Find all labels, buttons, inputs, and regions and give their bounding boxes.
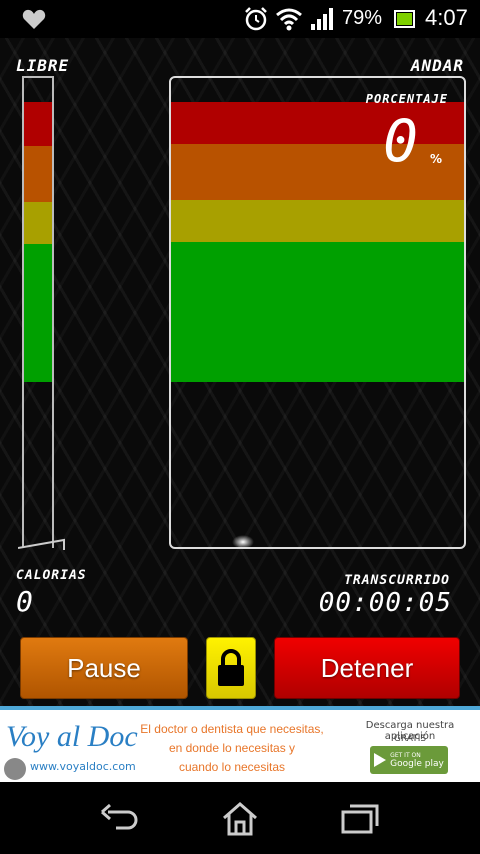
alarm-icon xyxy=(245,7,267,31)
libre-zone-bar xyxy=(22,76,54,548)
libre-bar-base xyxy=(18,538,65,550)
workout-screen: LIBRE ANDAR PORCENTAJE 0 % CALORIAS 0 TR… xyxy=(0,38,480,706)
home-icon[interactable] xyxy=(220,800,260,836)
play-store-icon xyxy=(374,753,387,767)
ad-tagline-line: en donde lo necesitas y xyxy=(168,741,296,755)
ad-url[interactable]: www.voyaldoc.com xyxy=(30,760,136,773)
wifi-icon xyxy=(276,8,302,31)
percentage-value: 0 xyxy=(383,107,418,175)
ad-logo[interactable]: Voy al Doc xyxy=(6,720,138,754)
info-icon[interactable] xyxy=(4,758,26,780)
pause-button[interactable]: Pause xyxy=(20,637,188,699)
heart-icon xyxy=(22,9,46,29)
ad-tagline: El doctor o dentista que necesitas, en d… xyxy=(132,720,332,777)
calorias-value: 0 xyxy=(16,585,33,618)
calorias-label: CALORIAS xyxy=(16,568,87,583)
percent-unit: % xyxy=(429,152,442,166)
ad-divider xyxy=(0,706,480,710)
transcurrido-value: 00:00:05 xyxy=(318,588,452,618)
google-play-name: Google play xyxy=(390,758,444,769)
zone-orange xyxy=(171,144,464,200)
zone-red xyxy=(171,102,464,144)
ad-tagline-line: El doctor o dentista que necesitas, xyxy=(140,722,324,736)
zone-yellow xyxy=(171,200,464,242)
battery-percent: 79% xyxy=(342,7,383,29)
recent-apps-icon[interactable] xyxy=(340,800,380,836)
zone-red xyxy=(24,102,52,146)
lock-button[interactable] xyxy=(206,637,256,699)
google-play-text: GET IT ON Google play xyxy=(390,752,444,769)
ad-tagline-line: cuando lo necesitas xyxy=(178,760,286,774)
lock-icon xyxy=(218,649,244,686)
zone-green xyxy=(171,242,464,382)
position-indicator xyxy=(232,535,254,549)
zone-yellow xyxy=(24,202,52,244)
andar-zone-panel: PORCENTAJE 0 % xyxy=(169,76,466,549)
ad-gratis-text: GRATIS xyxy=(393,734,427,744)
porcentaje-label: PORCENTAJE xyxy=(365,92,448,106)
zone-orange xyxy=(24,146,52,202)
ad-banner[interactable]: Voy al Doc www.voyaldoc.com El doctor o … xyxy=(0,706,480,782)
battery-icon xyxy=(394,10,415,28)
back-icon[interactable] xyxy=(100,800,140,836)
navigation-bar xyxy=(0,782,480,854)
status-bar: 79% 4:07 xyxy=(0,0,480,38)
google-play-small: GET IT ON xyxy=(390,751,421,759)
zone-green xyxy=(24,244,52,382)
libre-label: LIBRE xyxy=(16,56,70,75)
google-play-badge[interactable]: GET IT ON Google play xyxy=(370,746,448,774)
signal-icon xyxy=(311,8,333,30)
transcurrido-label: TRANSCURRIDO xyxy=(344,573,450,588)
detener-button[interactable]: Detener xyxy=(274,637,460,699)
andar-label: ANDAR xyxy=(410,56,464,75)
status-clock: 4:07 xyxy=(425,5,468,30)
